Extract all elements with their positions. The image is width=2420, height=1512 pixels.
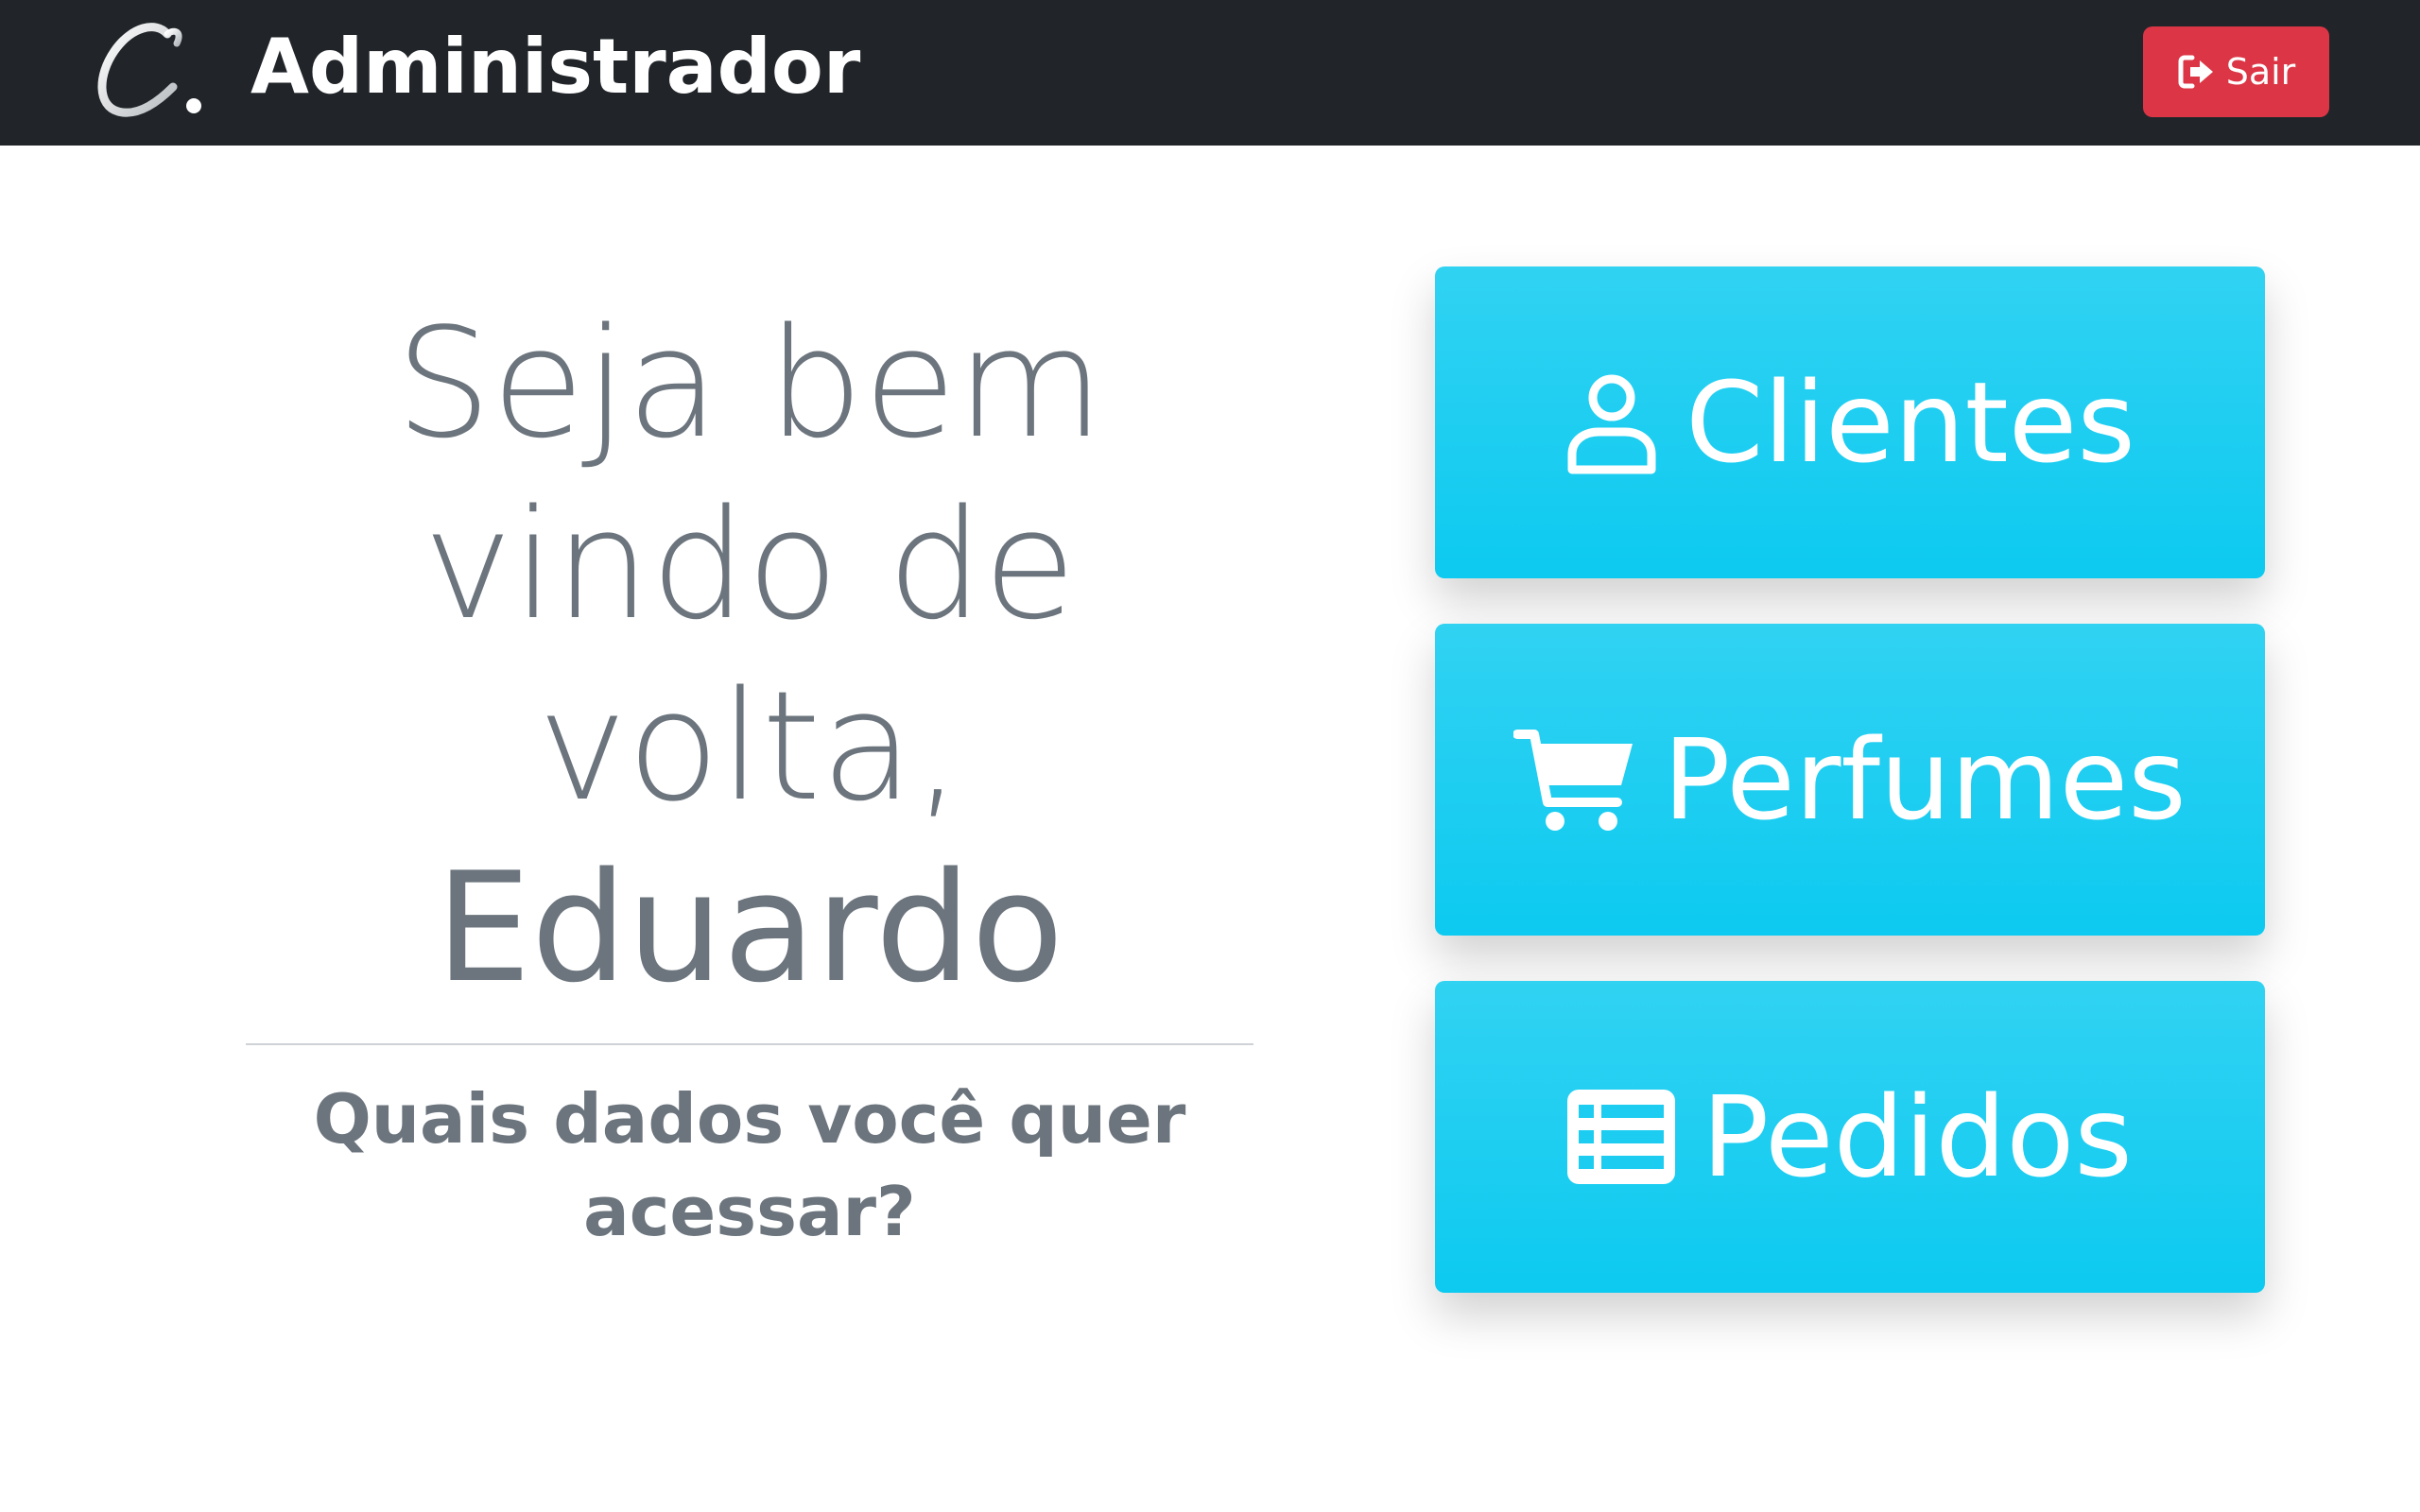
pedidos-label: Pedidos [1702, 1072, 2133, 1202]
brand-logo-icon[interactable] [90, 19, 205, 123]
welcome-line-3: volta, [537, 658, 962, 834]
logout-button[interactable]: Sair [2143, 26, 2329, 117]
pedidos-button[interactable]: Pedidos [1435, 981, 2265, 1293]
sign-out-icon [2178, 55, 2213, 89]
perfumes-button[interactable]: Perfumes [1435, 624, 2265, 936]
question-text: Quais dados você quer acessar? [313, 1079, 1186, 1251]
welcome-line-1: Seja bem [395, 295, 1104, 472]
clientes-label: Clientes [1685, 357, 2135, 488]
welcome-heading: Seja bem vindo de volta, Eduardo [246, 293, 1253, 1019]
divider [246, 1043, 1253, 1045]
logout-label: Sair [2225, 51, 2296, 93]
cart-icon [1513, 730, 1634, 831]
perfumes-label: Perfumes [1663, 714, 2187, 845]
user-name: Eduardo [435, 839, 1064, 1016]
welcome-line-2: vindo de [423, 476, 1077, 653]
user-icon [1567, 374, 1656, 474]
clientes-button[interactable]: Clientes [1435, 266, 2265, 578]
brand-title[interactable]: Administrador [251, 15, 860, 119]
list-icon [1567, 1090, 1676, 1184]
navbar: Administrador Sair [0, 0, 2420, 146]
